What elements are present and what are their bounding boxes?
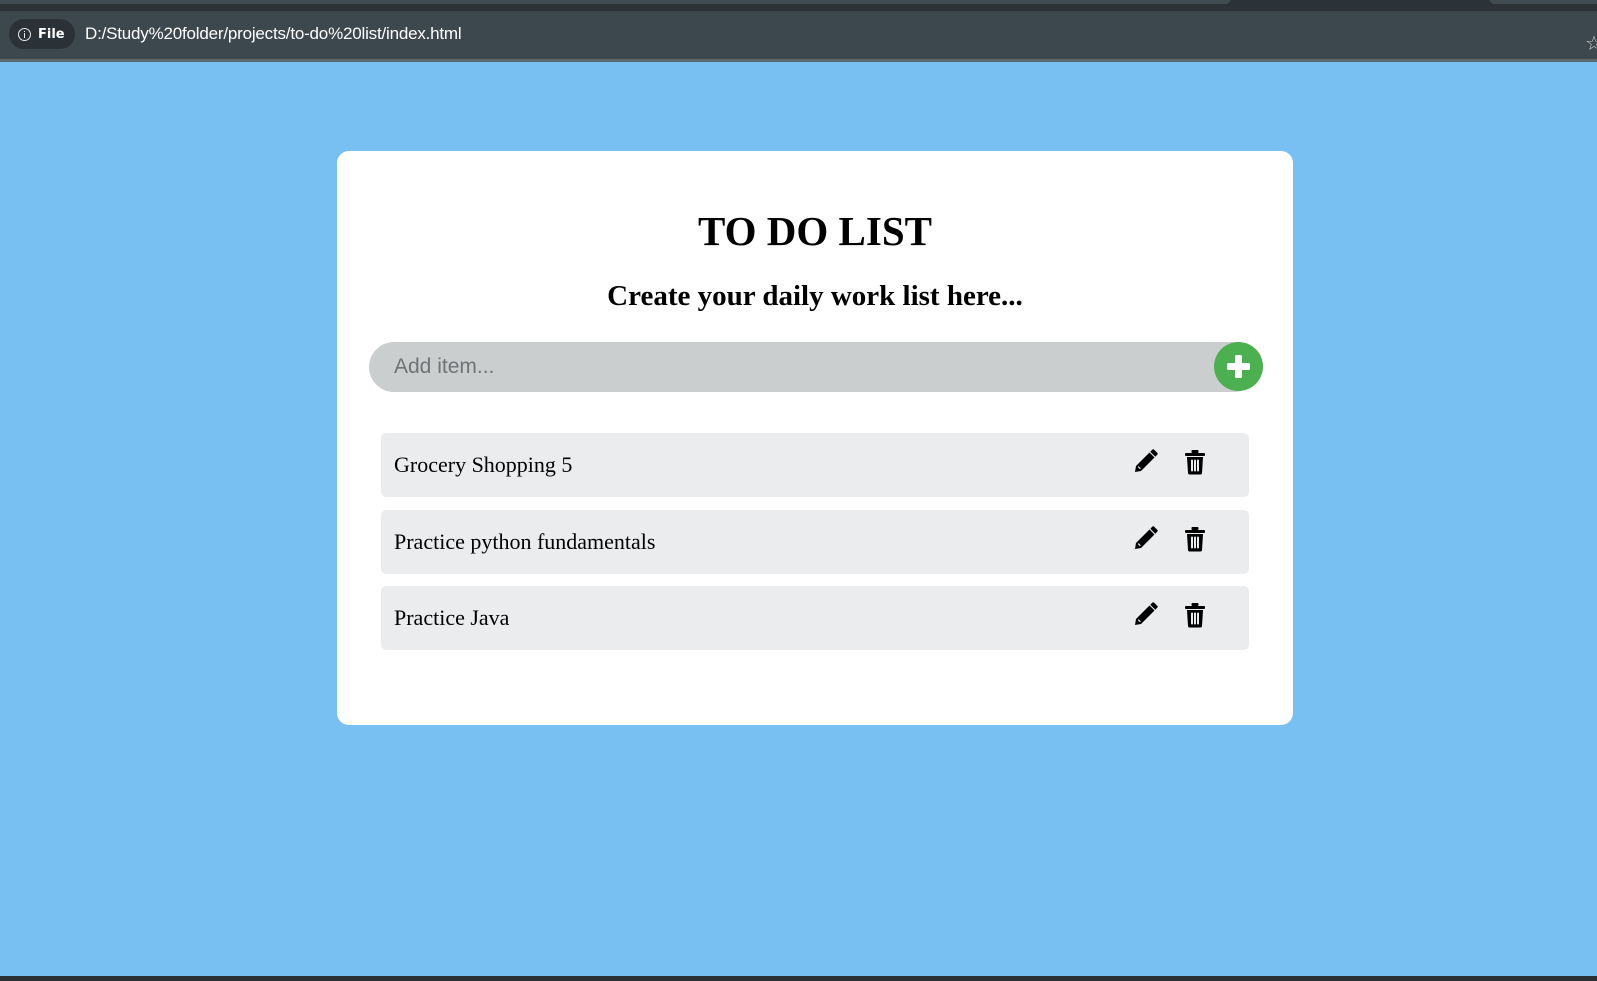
todo-item-text: Grocery Shopping 5 bbox=[394, 452, 573, 477]
edit-button[interactable] bbox=[1130, 447, 1160, 477]
site-info-label: File bbox=[38, 26, 65, 42]
pencil-icon bbox=[1135, 602, 1158, 625]
todo-card: TO DO LIST Create your daily work list h… bbox=[337, 151, 1293, 725]
browser-tab-strip bbox=[0, 0, 1597, 11]
todo-item: Grocery Shopping 5 bbox=[381, 433, 1249, 497]
site-info-chip[interactable]: File bbox=[9, 19, 75, 49]
page-subtitle: Create your daily work list here... bbox=[607, 280, 1023, 312]
trash-icon bbox=[1185, 603, 1205, 628]
trash-icon bbox=[1185, 450, 1205, 475]
toolbar-divider bbox=[0, 59, 1597, 62]
todo-item-text: Practice python fundamentals bbox=[394, 529, 656, 554]
star-icon[interactable]: ☆ bbox=[1585, 30, 1597, 56]
browser-address-bar: File D:/Study%20folder/projects/to-do%20… bbox=[0, 11, 1597, 59]
delete-button[interactable] bbox=[1180, 524, 1210, 554]
info-icon bbox=[18, 27, 31, 41]
browser-tab[interactable] bbox=[0, 0, 1230, 4]
browser-tab[interactable] bbox=[1490, 0, 1597, 4]
plus-icon bbox=[1227, 355, 1250, 378]
pencil-icon bbox=[1135, 526, 1158, 549]
edit-button[interactable] bbox=[1130, 524, 1160, 554]
add-item-input[interactable] bbox=[369, 342, 1259, 392]
edit-button[interactable] bbox=[1130, 600, 1160, 630]
todo-item: Practice python fundamentals bbox=[381, 510, 1249, 574]
taskbar-edge bbox=[0, 976, 1597, 981]
add-item-button[interactable] bbox=[1214, 342, 1263, 391]
todo-item-text: Practice Java bbox=[394, 605, 510, 630]
delete-button[interactable] bbox=[1180, 600, 1210, 630]
page-title: TO DO LIST bbox=[698, 208, 932, 254]
url-text[interactable]: D:/Study%20folder/projects/to-do%20list/… bbox=[85, 21, 462, 47]
delete-button[interactable] bbox=[1180, 447, 1210, 477]
trash-icon bbox=[1185, 527, 1205, 552]
todo-item: Practice Java bbox=[381, 586, 1249, 650]
pencil-icon bbox=[1135, 449, 1158, 472]
